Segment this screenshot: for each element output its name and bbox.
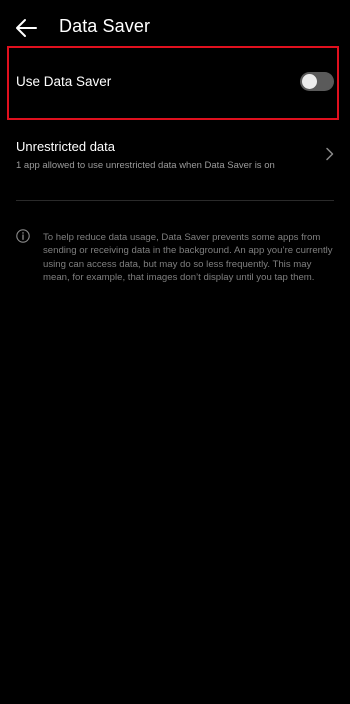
- back-button[interactable]: [10, 13, 42, 43]
- arrow-left-icon: [16, 19, 37, 37]
- section-divider: [16, 200, 334, 201]
- unrestricted-data-title: Unrestricted data: [16, 139, 115, 154]
- info-icon: [16, 229, 30, 243]
- unrestricted-data-subtitle: 1 app allowed to use unrestricted data w…: [16, 160, 275, 171]
- toggle-knob: [302, 74, 317, 89]
- chevron-right-icon: [326, 147, 334, 161]
- use-data-saver-row[interactable]: Use Data Saver: [9, 48, 337, 118]
- info-text: To help reduce data usage, Data Saver pr…: [43, 232, 333, 284]
- use-data-saver-label: Use Data Saver: [16, 74, 112, 89]
- data-saver-toggle[interactable]: [300, 72, 334, 91]
- page-title: Data Saver: [59, 16, 151, 36]
- unrestricted-data-row[interactable]: Unrestricted data 1 app allowed to use u…: [0, 128, 350, 188]
